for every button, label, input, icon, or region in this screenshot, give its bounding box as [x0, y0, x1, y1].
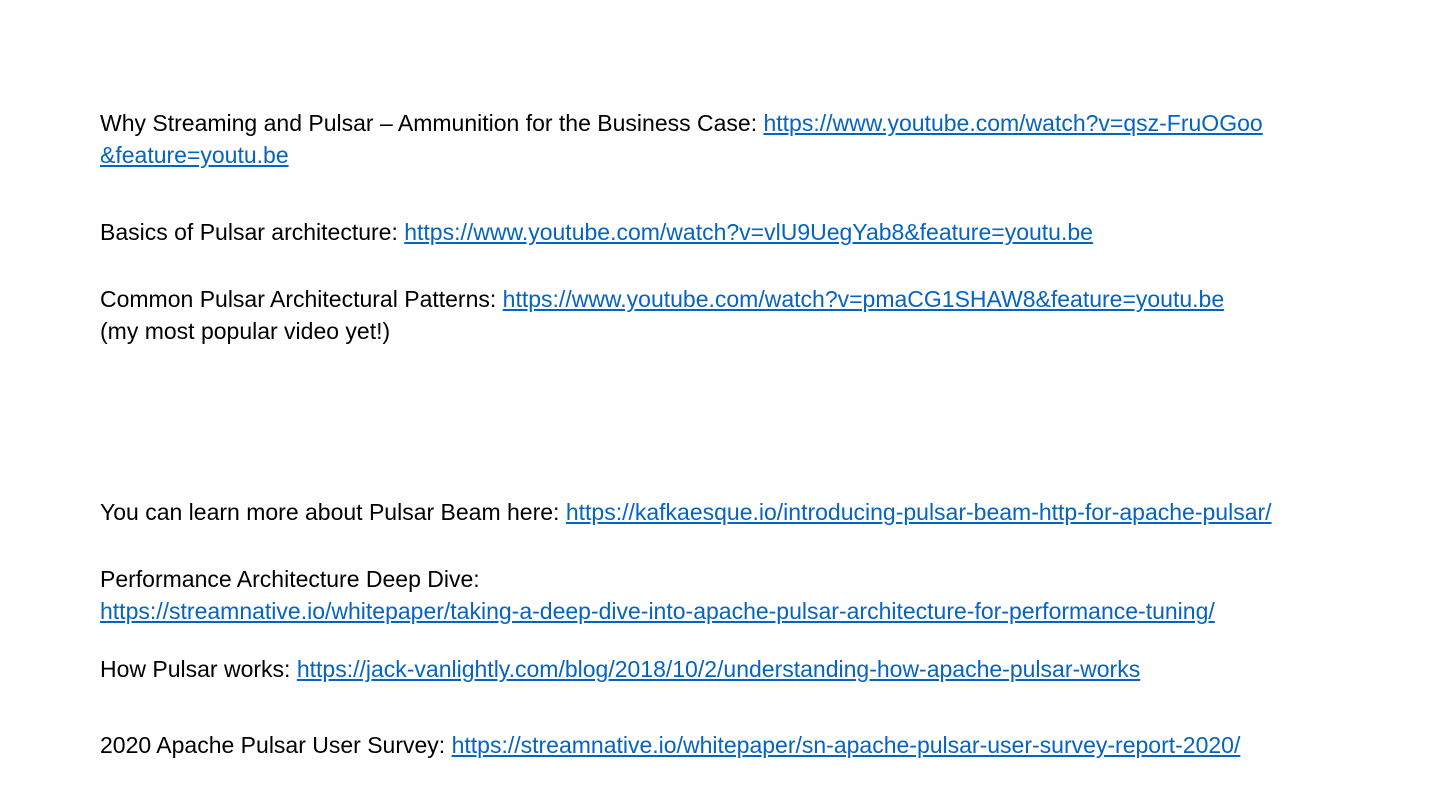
resource-label: Why Streaming and Pulsar – Ammunition fo…: [100, 110, 758, 136]
resource-label: Basics of Pulsar architecture:: [100, 219, 398, 245]
resource-item-basics-architecture: Basics of Pulsar architecture: https://w…: [100, 216, 1400, 248]
resource-link[interactable]: https://jack-vanlightly.com/blog/2018/10…: [297, 656, 1140, 682]
resource-item-user-survey: 2020 Apache Pulsar User Survey: https://…: [100, 729, 1400, 761]
resource-note: (my most popular video yet!): [100, 318, 391, 344]
resource-item-architectural-patterns: Common Pulsar Architectural Patterns: ht…: [100, 283, 1400, 347]
resource-label: How Pulsar works:: [100, 656, 291, 682]
resource-label: 2020 Apache Pulsar User Survey:: [100, 732, 446, 758]
resource-link[interactable]: https://kafkaesque.io/introducing-pulsar…: [566, 499, 1272, 525]
resource-item-business-case: Why Streaming and Pulsar – Ammunition fo…: [100, 107, 1270, 171]
resource-link[interactable]: https://www.youtube.com/watch?v=vlU9UegY…: [404, 219, 1093, 245]
resource-item-performance-deep-dive: Performance Architecture Deep Dive: http…: [100, 563, 1400, 627]
resource-item-how-pulsar-works: How Pulsar works: https://jack-vanlightl…: [100, 653, 1400, 685]
resource-label: Performance Architecture Deep Dive:: [100, 566, 480, 592]
resource-link[interactable]: https://streamnative.io/whitepaper/sn-ap…: [452, 732, 1241, 758]
resource-item-pulsar-beam: You can learn more about Pulsar Beam her…: [100, 496, 1400, 528]
slide: Why Streaming and Pulsar – Ammunition fo…: [0, 0, 1440, 810]
resource-label: You can learn more about Pulsar Beam her…: [100, 499, 560, 525]
resource-label: Common Pulsar Architectural Patterns:: [100, 286, 497, 312]
resource-link[interactable]: https://www.youtube.com/watch?v=pmaCG1SH…: [503, 286, 1224, 312]
resource-link[interactable]: https://streamnative.io/whitepaper/takin…: [100, 598, 1215, 624]
